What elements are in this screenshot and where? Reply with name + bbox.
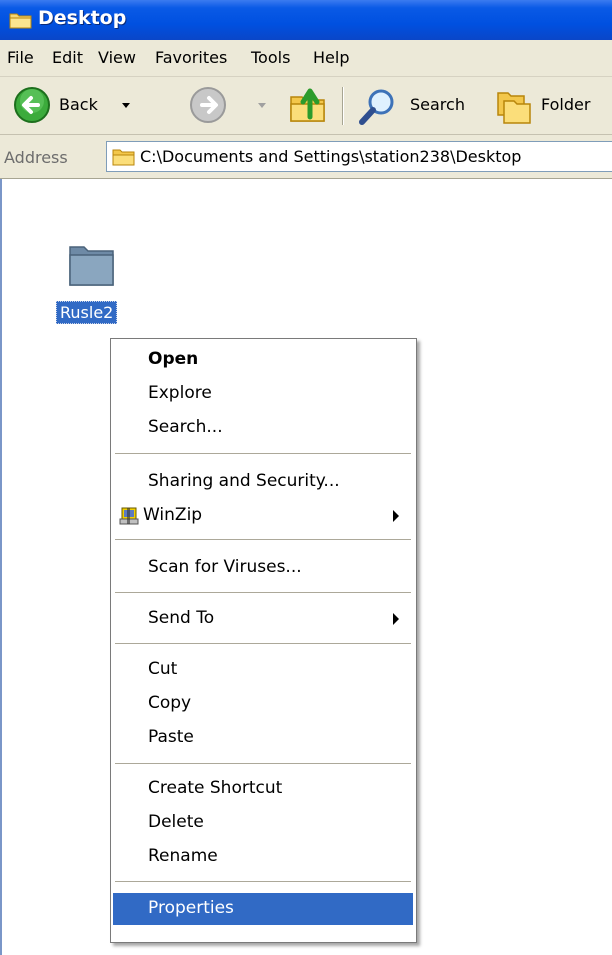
- menu-separator: [115, 539, 411, 540]
- menu-item-winzip[interactable]: WinZip: [113, 500, 413, 532]
- address-bar: Address C:\Documents and Settings\statio…: [0, 135, 612, 179]
- menu-item-copy[interactable]: Copy: [113, 688, 413, 720]
- address-value: C:\Documents and Settings\station238\Des…: [140, 147, 522, 166]
- back-button[interactable]: Back: [4, 77, 154, 133]
- folders-label: Folder: [541, 95, 591, 114]
- menu-item-label: Send To: [148, 608, 215, 628]
- menu-item-open[interactable]: Open: [113, 344, 413, 376]
- menu-item-label: Create Shortcut: [148, 778, 283, 798]
- menu-item-label: Delete: [148, 812, 204, 832]
- back-dropdown-arrow-icon[interactable]: [122, 103, 130, 108]
- menu-item-rename[interactable]: Rename: [113, 841, 413, 873]
- winzip-icon: [119, 506, 139, 531]
- search-icon: [358, 87, 398, 132]
- window-title: Desktop: [38, 7, 127, 29]
- menu-view[interactable]: View: [98, 48, 136, 67]
- menu-item-label: Rename: [148, 846, 218, 866]
- folder-icon: [112, 147, 136, 172]
- folders-button[interactable]: Folder: [480, 77, 612, 133]
- submenu-arrow-icon: [393, 510, 399, 522]
- menu-file[interactable]: File: [7, 48, 34, 67]
- menu-item-label: Properties: [148, 898, 234, 918]
- folders-icon: [494, 87, 534, 132]
- toolbar: Back Search Folder: [0, 77, 612, 135]
- back-label: Back: [59, 95, 98, 114]
- menu-separator: [115, 763, 411, 764]
- menu-item-properties[interactable]: Properties: [113, 893, 413, 925]
- folder-icon: [67, 239, 117, 294]
- submenu-arrow-icon: [393, 613, 399, 625]
- up-folder-icon: [288, 85, 328, 130]
- search-label: Search: [410, 95, 465, 114]
- forward-button[interactable]: [150, 77, 266, 133]
- menu-item-label: Paste: [148, 727, 194, 747]
- menu-item-sharing-security[interactable]: Sharing and Security...: [113, 466, 413, 498]
- menu-edit[interactable]: Edit: [52, 48, 83, 67]
- menu-item-label: Explore: [148, 383, 212, 403]
- forward-dropdown-arrow-icon[interactable]: [258, 103, 266, 108]
- forward-arrow-icon: [188, 85, 228, 130]
- menu-separator: [115, 592, 411, 593]
- menu-help[interactable]: Help: [313, 48, 349, 67]
- menu-item-create-shortcut[interactable]: Create Shortcut: [113, 773, 413, 805]
- address-label: Address: [4, 148, 68, 167]
- context-menu: Open Explore Search... Sharing and Secur…: [110, 338, 417, 943]
- menu-item-explore[interactable]: Explore: [113, 378, 413, 410]
- menu-item-label: Sharing and Security...: [148, 471, 340, 491]
- folder-icon: [9, 10, 33, 35]
- menu-item-label: Copy: [148, 693, 192, 713]
- search-button[interactable]: Search: [352, 77, 482, 133]
- menu-item-label: Cut: [148, 659, 178, 679]
- menu-item-label: Scan for Viruses...: [148, 557, 302, 577]
- menu-item-search[interactable]: Search...: [113, 412, 413, 444]
- menu-separator: [115, 453, 411, 454]
- back-arrow-icon: [12, 85, 52, 130]
- folder-label[interactable]: Rusle2: [56, 301, 118, 324]
- toolbar-separator: [342, 87, 344, 125]
- menu-item-send-to[interactable]: Send To: [113, 603, 413, 635]
- menu-tools[interactable]: Tools: [251, 48, 290, 67]
- title-bar[interactable]: Desktop: [0, 0, 612, 40]
- menu-item-paste[interactable]: Paste: [113, 722, 413, 754]
- menu-item-scan-viruses[interactable]: Scan for Viruses...: [113, 552, 413, 584]
- up-folder-button[interactable]: [284, 77, 334, 133]
- menu-item-delete[interactable]: Delete: [113, 807, 413, 839]
- menu-item-label: WinZip: [143, 505, 203, 525]
- menu-separator: [115, 881, 411, 882]
- menu-item-label: Search...: [148, 417, 223, 437]
- menu-item-cut[interactable]: Cut: [113, 654, 413, 686]
- menu-item-label: Open: [148, 349, 199, 369]
- menu-favorites[interactable]: Favorites: [155, 48, 227, 67]
- menu-separator: [115, 643, 411, 644]
- menu-bar: File Edit View Favorites Tools Help: [0, 40, 612, 77]
- address-field[interactable]: C:\Documents and Settings\station238\Des…: [106, 141, 612, 172]
